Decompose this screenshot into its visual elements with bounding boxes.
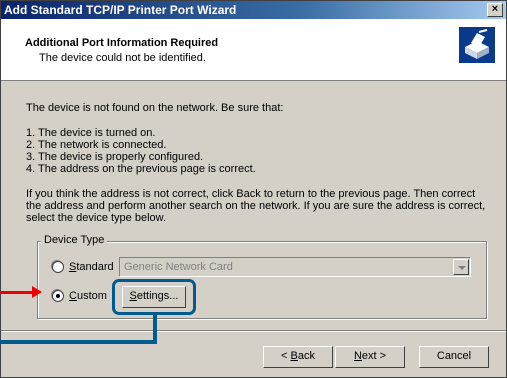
device-type-group bbox=[37, 241, 487, 319]
standard-device-select[interactable]: Generic Network Card bbox=[119, 257, 471, 277]
standard-label-rest: tandard bbox=[76, 261, 114, 273]
list-item: 2. The network is connected. bbox=[26, 139, 167, 151]
red-arrow-icon bbox=[32, 286, 42, 298]
custom-label-rest: ustom bbox=[76, 290, 107, 302]
next-access-key: N bbox=[353, 350, 362, 362]
next-button[interactable]: Next > bbox=[335, 346, 405, 368]
header-subtitle: The device could not be identified. bbox=[39, 52, 206, 64]
standard-radio[interactable] bbox=[52, 261, 64, 273]
close-button[interactable]: × bbox=[487, 3, 503, 17]
wizard-window: Add Standard TCP/IP Printer Port Wizard … bbox=[0, 0, 507, 378]
back-button[interactable]: < Back bbox=[263, 346, 333, 368]
standard-device-value: Generic Network Card bbox=[124, 261, 233, 273]
list-item: 3. The device is properly configured. bbox=[26, 151, 204, 163]
header-title: Additional Port Information Required bbox=[25, 37, 219, 49]
title-bar[interactable]: Add Standard TCP/IP Printer Port Wizard … bbox=[1, 1, 506, 19]
radio-selected-dot bbox=[56, 294, 60, 298]
next-label-rest: ext > bbox=[361, 350, 387, 362]
list-item: 4. The address on the previous page is c… bbox=[26, 163, 256, 175]
custom-radio-label[interactable]: Custom bbox=[69, 290, 107, 302]
intro-text: The device is not found on the network. … bbox=[26, 102, 284, 114]
list-item: 1. The device is turned on. bbox=[26, 127, 156, 139]
callout-connector-horizontal bbox=[0, 340, 157, 344]
instruction-line: the address and perform another search o… bbox=[26, 200, 486, 212]
chevron-down-icon[interactable] bbox=[453, 259, 469, 275]
back-prefix: < bbox=[281, 350, 291, 362]
printer-network-icon bbox=[459, 27, 495, 63]
instruction-line: select the device type below. bbox=[26, 212, 167, 224]
custom-radio[interactable] bbox=[52, 290, 64, 302]
standard-radio-label[interactable]: Standard bbox=[69, 261, 114, 273]
cancel-button[interactable]: Cancel bbox=[419, 346, 489, 368]
settings-callout-highlight bbox=[112, 279, 196, 315]
wizard-header: Additional Port Information Required The… bbox=[1, 19, 506, 81]
red-arrow-shaft bbox=[0, 291, 34, 294]
device-type-label: Device Type bbox=[41, 234, 108, 246]
custom-access-key: C bbox=[69, 290, 77, 302]
back-access-key: B bbox=[290, 350, 298, 362]
instruction-line: If you think the address is not correct,… bbox=[26, 188, 476, 200]
window-title: Add Standard TCP/IP Printer Port Wizard bbox=[4, 3, 237, 17]
back-label-rest: ack bbox=[297, 350, 315, 362]
close-icon: × bbox=[491, 3, 499, 15]
footer-separator bbox=[1, 330, 506, 332]
